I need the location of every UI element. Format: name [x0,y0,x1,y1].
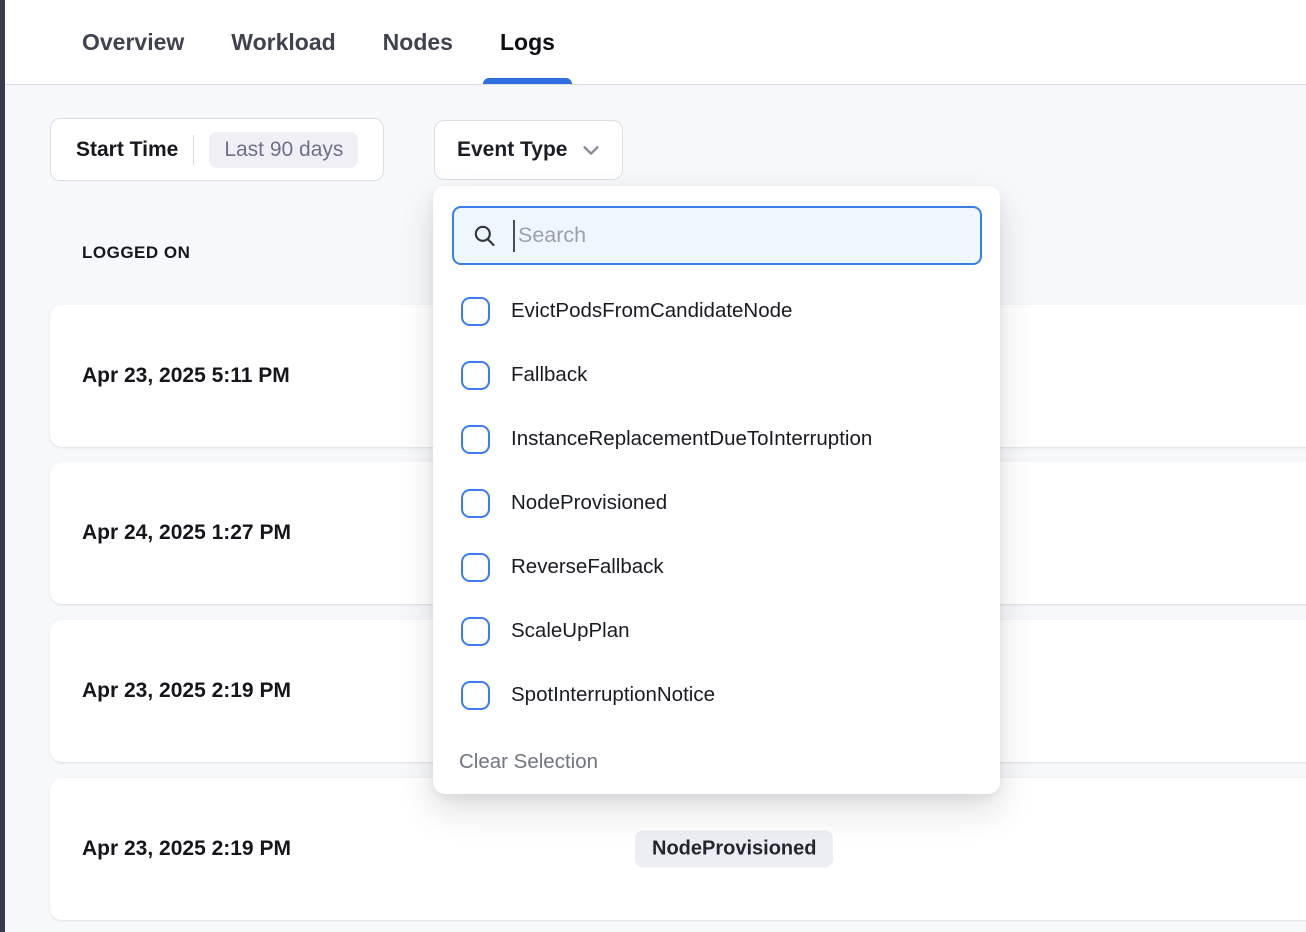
checkbox-unchecked[interactable] [461,553,490,582]
tab-nodes[interactable]: Nodes [383,0,453,84]
tab-overview[interactable]: Overview [82,0,184,84]
option-label: Fallback [511,363,587,387]
filter-divider [193,135,194,165]
checkbox-unchecked[interactable] [461,297,490,326]
option-label: ScaleUpPlan [511,619,630,643]
option-label: EvictPodsFromCandidateNode [511,299,792,323]
event-type-badge: NodeProvisioned [635,831,833,868]
option-label: NodeProvisioned [511,491,667,515]
search-input[interactable] [515,223,966,248]
option-instancereplacementduetointerruption[interactable]: InstanceReplacementDueToInterruption [433,407,1000,471]
start-time-filter[interactable]: Start Time Last 90 days [50,118,384,181]
tab-logs[interactable]: Logs [500,0,555,84]
clear-selection-button[interactable]: Clear Selection [459,742,598,782]
logged-on-value: Apr 23, 2025 2:19 PM [82,837,291,861]
option-label: InstanceReplacementDueToInterruption [511,427,872,451]
logs-page: Overview Workload Nodes Logs Start Time … [0,0,1306,932]
chevron-down-icon [580,139,602,161]
tab-bar: Overview Workload Nodes Logs [5,0,1306,85]
option-reversefallback[interactable]: ReverseFallback [433,535,1000,599]
logged-on-value: Apr 23, 2025 2:19 PM [82,679,291,703]
option-scaleupplan[interactable]: ScaleUpPlan [433,599,1000,663]
event-type-label: Event Type [457,138,567,162]
checkbox-unchecked[interactable] [461,361,490,390]
dropdown-search[interactable] [452,206,982,265]
checkbox-unchecked[interactable] [461,489,490,518]
logged-on-value: Apr 23, 2025 5:11 PM [82,364,290,388]
start-time-label: Start Time [76,138,178,162]
option-label: SpotInterruptionNotice [511,683,715,707]
option-nodeprovisioned[interactable]: NodeProvisioned [433,471,1000,535]
option-label: ReverseFallback [511,555,664,579]
option-evictpodsfromcandidatenode[interactable]: EvictPodsFromCandidateNode [433,279,1000,343]
checkbox-unchecked[interactable] [461,617,490,646]
checkbox-unchecked[interactable] [461,681,490,710]
start-time-value: Last 90 days [209,132,358,168]
option-spotinterruptionnotice[interactable]: SpotInterruptionNotice [433,663,1000,727]
tabs: Overview Workload Nodes Logs [5,0,1306,84]
sidebar-edge [0,0,5,932]
event-type-filter-button[interactable]: Event Type [434,120,623,180]
tab-workload[interactable]: Workload [231,0,335,84]
logged-on-value: Apr 24, 2025 1:27 PM [82,521,291,545]
search-icon [471,222,498,249]
column-header-logged-on: LOGGED ON [82,243,190,263]
checkbox-unchecked[interactable] [461,425,490,454]
event-type-options: EvictPodsFromCandidateNode Fallback Inst… [433,279,1000,727]
log-row[interactable]: Apr 23, 2025 2:19 PM NodeProvisioned [50,778,1306,920]
option-fallback[interactable]: Fallback [433,343,1000,407]
event-type-dropdown: EvictPodsFromCandidateNode Fallback Inst… [433,186,1000,794]
